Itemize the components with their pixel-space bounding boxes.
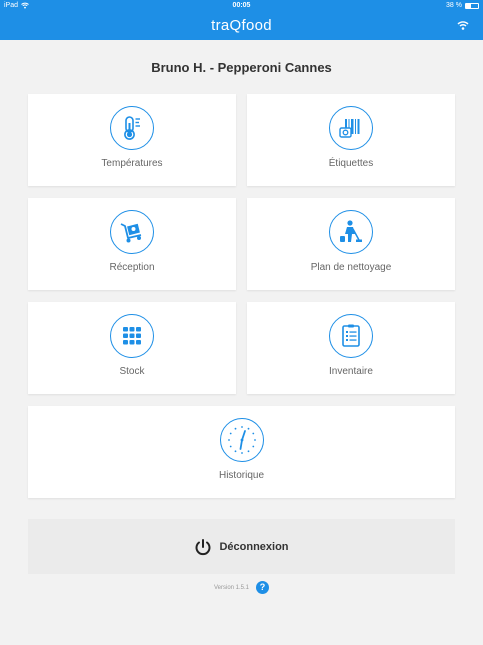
stock-grid-icon: [123, 327, 141, 345]
page-title: Bruno H. - Pepperoni Cannes: [151, 60, 332, 75]
thermometer-icon: [124, 116, 140, 140]
version-label: Version 1.5.1: [213, 584, 250, 591]
delivery-trolley-icon: [120, 223, 142, 243]
tile-icon-circle: [219, 418, 264, 462]
connection-icon[interactable]: [457, 19, 469, 31]
tile-label: Plan de nettoyage: [310, 262, 392, 273]
battery-percent: 38 %: [446, 2, 462, 9]
power-icon: [195, 538, 211, 555]
app-logo: traQfood: [211, 17, 272, 34]
tile-label: Réception: [109, 262, 155, 273]
tile-label: Historique: [218, 470, 265, 481]
tile-inventaire[interactable]: Inventaire: [247, 302, 455, 394]
tile-stock[interactable]: Stock: [28, 302, 236, 394]
status-bar: iPad 00:05 38 %: [0, 0, 483, 11]
tile-label: Inventaire: [329, 366, 373, 377]
tile-icon-circle: [329, 314, 373, 358]
cleaning-person-icon: [340, 220, 362, 242]
tile-etiquettes[interactable]: Étiquettes: [247, 94, 455, 186]
logout-button[interactable]: Déconnexion: [28, 519, 455, 574]
tile-plan-de-nettoyage[interactable]: Plan de nettoyage: [247, 198, 455, 290]
tile-label: Étiquettes: [328, 158, 374, 169]
barcode-camera-icon: [339, 119, 360, 138]
tile-icon-circle: [110, 106, 154, 150]
checklist-icon: [342, 324, 360, 347]
help-button[interactable]: ?: [256, 581, 270, 594]
logout-label: Déconnexion: [219, 540, 289, 553]
tile-icon-circle: [329, 210, 373, 254]
footer: Version 1.5.1 ?: [0, 581, 483, 594]
battery-icon: [465, 2, 479, 9]
status-time: 00:05: [232, 2, 251, 9]
status-right: 38 %: [446, 0, 479, 11]
tile-temperatures[interactable]: Températures: [28, 94, 236, 186]
tile-icon-circle: [329, 106, 373, 150]
tile-reception[interactable]: Réception: [28, 198, 236, 290]
tile-historique[interactable]: Historique: [28, 406, 455, 498]
tile-label: Stock: [119, 366, 145, 377]
app-header: traQfood: [0, 11, 483, 40]
clock-icon: [227, 426, 256, 454]
tile-icon-circle: [110, 314, 154, 358]
tile-label: Températures: [101, 158, 163, 169]
tile-icon-circle: [110, 210, 154, 254]
